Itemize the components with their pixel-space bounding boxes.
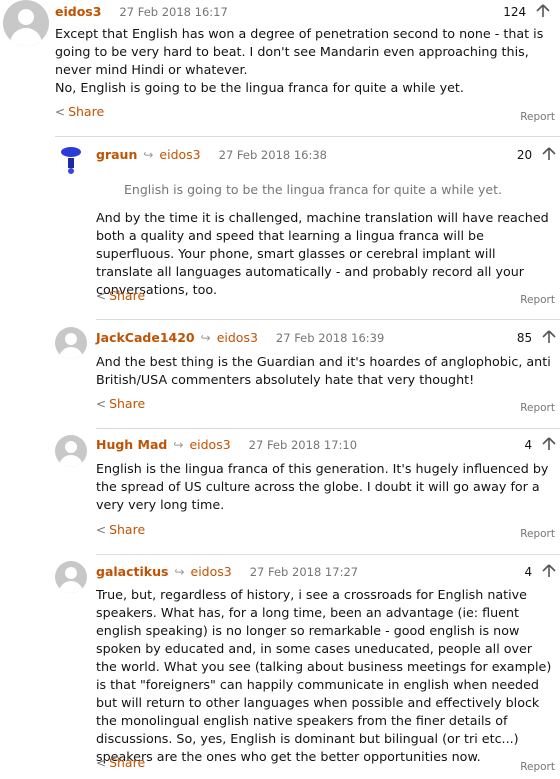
author-name[interactable]: Hugh Mad — [96, 437, 167, 452]
divider — [96, 428, 560, 429]
reply-icon: ↪ — [173, 438, 184, 452]
recommend-count: 85 — [517, 330, 556, 345]
comment-paragraph: No, English is going to be the lingua fr… — [55, 80, 464, 95]
reply-to-link[interactable]: eidos3 — [159, 147, 200, 162]
share-button[interactable]: < Share — [96, 288, 145, 303]
reply-icon: ↪ — [143, 148, 154, 162]
comment-paragraph: And by the time it is challenged, machin… — [96, 210, 549, 297]
comment-paragraph: And the best thing is the Guardian and i… — [96, 354, 551, 387]
recommend-count: 4 — [525, 564, 556, 579]
comment-body: And by the time it is challenged, machin… — [96, 209, 552, 299]
quoted-text: English is going to be the lingua franca… — [124, 182, 502, 197]
comment-body: True, but, regardless of history, i see … — [96, 586, 556, 766]
recommend-number: 124 — [503, 5, 527, 19]
divider — [96, 319, 560, 320]
share-button[interactable]: < Share — [96, 396, 145, 411]
avatar[interactable] — [57, 146, 85, 176]
comment-meta: graun ↪ eidos3 27 Feb 2018 16:38 — [96, 147, 327, 163]
share-icon: < — [96, 523, 107, 537]
author-name[interactable]: galactikus — [96, 564, 168, 579]
comment-body: And the best thing is the Guardian and i… — [96, 353, 552, 389]
share-button[interactable]: < Share — [55, 104, 104, 119]
share-icon: < — [96, 289, 107, 303]
author-name[interactable]: graun — [96, 147, 137, 162]
recommend-up-arrow-icon[interactable] — [536, 4, 550, 18]
report-link[interactable]: Report — [520, 402, 555, 414]
share-icon: < — [96, 756, 107, 770]
comment-paragraph: True, but, regardless of history, i see … — [96, 587, 552, 764]
share-icon: < — [55, 105, 66, 119]
reply-to-link[interactable]: eidos3 — [189, 437, 230, 452]
recommend-number: 85 — [516, 331, 533, 345]
share-button[interactable]: < Share — [96, 755, 145, 770]
comment-date[interactable]: 27 Feb 2018 16:39 — [276, 331, 384, 345]
comment-date[interactable]: 27 Feb 2018 16:17 — [119, 5, 227, 19]
recommend-up-arrow-icon[interactable] — [542, 437, 556, 451]
reply-to-link[interactable]: eidos3 — [217, 330, 258, 345]
author-name[interactable]: JackCade1420 — [96, 330, 195, 345]
comment-meta: Hugh Mad ↪ eidos3 27 Feb 2018 17:10 — [96, 437, 357, 453]
share-button[interactable]: < Share — [96, 522, 145, 537]
comment-date[interactable]: 27 Feb 2018 17:10 — [249, 438, 357, 452]
recommend-count: 20 — [517, 147, 556, 162]
reply-icon: ↪ — [200, 331, 211, 345]
comment-meta: eidos3 27 Feb 2018 16:17 — [55, 4, 228, 20]
avatar[interactable] — [3, 0, 49, 46]
comment-date[interactable]: 27 Feb 2018 17:27 — [250, 565, 358, 579]
reply-icon: ↪ — [174, 565, 185, 579]
comment-meta: JackCade1420 ↪ eidos3 27 Feb 2018 16:39 — [96, 330, 384, 346]
comment-paragraph: English is the lingua franca of this gen… — [96, 461, 549, 512]
recommend-number: 20 — [516, 148, 533, 162]
report-link[interactable]: Report — [520, 294, 555, 306]
author-name[interactable]: eidos3 — [55, 4, 101, 19]
avatar[interactable] — [55, 327, 87, 359]
comment-body: English is the lingua franca of this gen… — [96, 460, 552, 514]
comment-date[interactable]: 27 Feb 2018 16:38 — [219, 148, 327, 162]
report-link[interactable]: Report — [520, 528, 555, 540]
divider — [55, 136, 560, 137]
report-link[interactable]: Report — [520, 111, 555, 123]
comment-paragraph: Except that English has won a degree of … — [55, 26, 544, 77]
recommend-number: 4 — [524, 565, 533, 579]
divider — [96, 554, 560, 555]
recommend-number: 4 — [524, 438, 533, 452]
comment-meta: galactikus ↪ eidos3 27 Feb 2018 17:27 — [96, 564, 358, 580]
avatar[interactable] — [55, 561, 87, 593]
comment-body: Except that English has won a degree of … — [55, 25, 555, 97]
recommend-count: 4 — [525, 437, 556, 452]
share-icon: < — [96, 397, 107, 411]
recommend-count: 124 — [503, 4, 550, 19]
recommend-up-arrow-icon[interactable] — [542, 330, 556, 344]
recommend-up-arrow-icon[interactable] — [542, 147, 556, 161]
report-link[interactable]: Report — [520, 761, 555, 773]
avatar[interactable] — [55, 435, 87, 467]
reply-to-link[interactable]: eidos3 — [191, 564, 232, 579]
recommend-up-arrow-icon[interactable] — [542, 564, 556, 578]
